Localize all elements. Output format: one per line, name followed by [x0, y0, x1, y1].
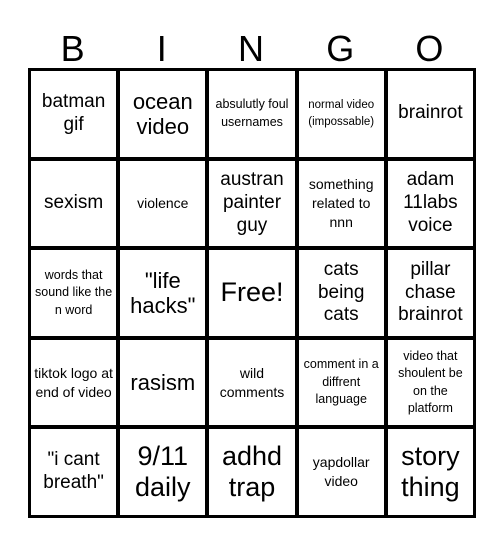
free-space-cell[interactable]: Free! — [209, 250, 295, 336]
bingo-cell-text: yapdollar video — [312, 454, 370, 490]
bingo-cell-text: video that shoulent be on the platform — [398, 348, 463, 416]
bingo-cell-text: comment in a diffrent language — [303, 357, 379, 407]
bingo-card-grid: batman gif ocean video absulutly foul user… — [28, 68, 476, 518]
header-letter-o: O — [415, 28, 444, 69]
bingo-cell[interactable]: absulutly foul usernames — [209, 71, 295, 157]
bingo-cell[interactable]: video that shoulent be on the platform — [387, 339, 473, 426]
bingo-cell[interactable]: comment in a diffrent language — [298, 339, 384, 426]
bingo-cell-text: ocean video — [132, 88, 193, 139]
bingo-cell[interactable]: pillar chase brainrot — [387, 250, 473, 336]
bingo-cell-text: sexism — [44, 191, 104, 213]
bingo-cell[interactable]: "i cant breath" — [31, 429, 117, 515]
bingo-cell-text: pillar chase brainrot — [398, 258, 463, 326]
header-letter-i: I — [156, 28, 167, 69]
bingo-cell-text: words that sound like the n word — [35, 267, 113, 317]
header-letter-g: G — [326, 28, 355, 69]
bingo-cell-text: 9/11 daily — [135, 441, 191, 503]
bingo-cell-text: something related to nnn — [308, 176, 374, 230]
bingo-cell-text: tiktok logo at end of video — [34, 364, 113, 400]
bingo-cell-text: wild comments — [219, 364, 285, 400]
bingo-cell[interactable]: adam 11labs voice — [387, 160, 473, 247]
bingo-cell-text: rasism — [130, 369, 196, 395]
bingo-cell[interactable]: brainrot — [387, 71, 473, 157]
bingo-cell[interactable]: wild comments — [209, 339, 295, 426]
bingo-cell[interactable]: violence — [120, 160, 206, 247]
bingo-cell[interactable]: sexism — [31, 160, 117, 247]
bingo-cell[interactable]: cats being cats — [298, 250, 384, 336]
bingo-cell[interactable]: words that sound like the n word — [31, 250, 117, 336]
bingo-cell[interactable]: yapdollar video — [298, 429, 384, 515]
bingo-header: B I N G O — [28, 28, 474, 70]
bingo-cell-text: "i cant breath" — [43, 449, 104, 494]
bingo-cell[interactable]: tiktok logo at end of video — [31, 339, 117, 426]
bingo-cell-text: story thing — [401, 441, 460, 503]
bingo-cell[interactable]: austran painter guy — [209, 160, 295, 247]
bingo-cell-text: batman gif — [41, 91, 106, 135]
header-letter-n: N — [238, 28, 264, 69]
bingo-cell-text: violence — [137, 194, 189, 211]
bingo-cell-text: adam 11labs voice — [403, 169, 458, 236]
bingo-cell-text: absulutly foul usernames — [215, 97, 289, 129]
bingo-cell-text: Free! — [220, 277, 284, 308]
bingo-cell[interactable]: story thing — [387, 429, 473, 515]
bingo-cell[interactable]: 9/11 daily — [120, 429, 206, 515]
bingo-cell-text: normal video (impossable) — [308, 99, 375, 128]
bingo-cell[interactable]: rasism — [120, 339, 206, 426]
bingo-cell-text: cats being cats — [317, 258, 365, 326]
bingo-cell-text: brainrot — [398, 102, 463, 124]
bingo-cell[interactable]: ocean video — [120, 71, 206, 157]
bingo-cell[interactable]: batman gif — [31, 71, 117, 157]
bingo-cell[interactable]: normal video (impossable) — [298, 71, 384, 157]
bingo-cell[interactable]: "life hacks" — [120, 250, 206, 336]
bingo-cell-text: adhd trap — [221, 441, 283, 503]
bingo-cell[interactable]: something related to nnn — [298, 160, 384, 247]
bingo-cell[interactable]: adhd trap — [209, 429, 295, 515]
bingo-cell-text: "life hacks" — [130, 267, 196, 318]
bingo-cell-text: austran painter guy — [220, 169, 284, 236]
header-letter-b: B — [60, 28, 85, 69]
